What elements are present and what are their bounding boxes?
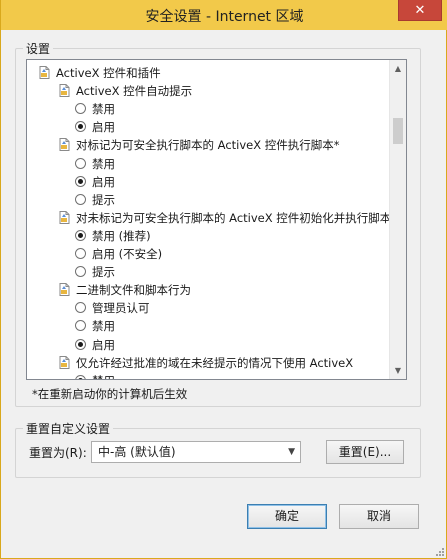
resize-grip-icon[interactable] [434,546,444,556]
tree-row-label: 禁用 (推荐) [92,228,151,243]
tree-row-label: ActiveX 控件和插件 [56,66,161,80]
tree-row-label: 提示 [92,265,115,280]
radio-button[interactable] [75,338,86,350]
close-button[interactable]: ✕ [398,0,442,21]
tree-row-label: 禁用 [92,372,115,379]
tree-row-label: 二进制文件和脚本行为 [76,283,191,298]
tree-row-label: 禁用 [92,319,115,334]
reset-to-label: 重置为(R): [29,446,87,460]
setting-document-icon [59,138,70,152]
chevron-down-icon: ▼ [288,447,295,457]
security-level-value: 中-高 (默认值) [98,445,176,459]
setting-document-icon [59,283,70,297]
radio-button[interactable] [75,175,86,187]
tree-row-label: ActiveX 控件自动提示 [76,84,193,99]
tree-scrollbar[interactable]: ▲ ▼ [389,60,406,379]
cancel-button[interactable]: 取消 [339,504,419,529]
tree-row-label: 仅允许经过批准的域在未经提示的情况下使用 ActiveX [76,355,354,370]
tree-row-label: 启用 [92,120,115,135]
tree-row-label: 禁用 [92,102,115,117]
radio-button[interactable] [75,157,86,169]
tree-row-label: 禁用 [92,156,115,171]
setting-document-icon [59,355,70,369]
radio-button[interactable] [75,374,86,379]
settings-tree[interactable]: ActiveX 控件和插件 ActiveX 控件自动提示 禁用 启用 对标记为可安全执行… [26,59,407,380]
tree-row-label: 对标记为可安全执行脚本的 ActiveX 控件执行脚本* [76,138,340,153]
security-level-select[interactable]: 中-高 (默认值) ▼ [91,441,301,463]
scroll-down-arrow-icon[interactable]: ▼ [390,362,406,379]
radio-button[interactable] [75,121,86,133]
radio-button[interactable] [75,248,86,259]
tree-row-label: 提示 [92,192,115,207]
radio-button[interactable] [75,103,86,115]
ok-button[interactable]: 确定 [247,504,327,529]
tree-row-label: 启用 [92,174,115,189]
settings-group-label: 设置 [23,40,54,57]
scroll-thumb[interactable] [393,118,403,144]
setting-document-icon [39,66,50,79]
reset-button[interactable]: 重置(E)... [326,440,404,464]
tree-row-label: 启用 [92,337,115,352]
radio-button[interactable] [75,302,86,314]
title-bar[interactable]: 安全设置 - Internet 区域 ✕ [1,0,447,30]
restart-note: *在重新启动你的计算机后生效 [32,387,188,401]
settings-tree-content: ActiveX 控件和插件 ActiveX 控件自动提示 禁用 启用 对标记为可安全执行… [27,60,389,379]
tree-row-label: 对未标记为可安全执行脚本的 ActiveX 控件初始化并执行脚本 [76,210,389,225]
radio-button[interactable] [75,229,86,241]
radio-button[interactable] [75,320,86,332]
tree-row-label: 启用 (不安全) [92,247,163,261]
setting-document-icon [59,84,70,98]
scroll-up-arrow-icon[interactable]: ▲ [390,60,406,77]
reset-group-label: 重置自定义设置 [23,420,114,437]
window-title: 安全设置 - Internet 区域 [145,9,304,25]
radio-button[interactable] [75,193,86,205]
setting-document-icon [59,210,70,224]
security-settings-dialog: 安全设置 - Internet 区域 ✕ 设置 ActiveX 控件和插件 Act… [0,0,447,559]
radio-button[interactable] [75,266,86,278]
tree-row-label: 管理员认可 [92,301,150,316]
close-icon: ✕ [414,3,426,18]
